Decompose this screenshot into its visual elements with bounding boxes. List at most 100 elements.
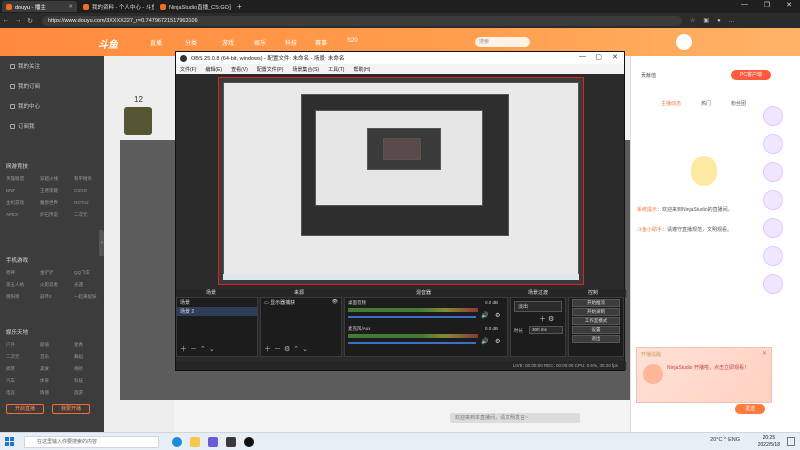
chat-input[interactable]: 欢迎来到本直播间，请文明发言~ [450, 413, 580, 423]
category-link[interactable]: 汽车 [6, 378, 15, 384]
streamer-avatar[interactable] [124, 107, 152, 135]
app-icon[interactable] [208, 437, 218, 447]
menu-view[interactable]: 查看(V) [231, 66, 248, 73]
back-icon[interactable]: ← [0, 17, 12, 24]
gear-icon[interactable]: ⚙ [495, 338, 500, 345]
category-link[interactable]: APEX [6, 212, 18, 217]
sidebar-item-follow[interactable]: 我的关注 [10, 62, 40, 70]
category-link[interactable]: 魔兽世界 [40, 200, 58, 206]
speaker-icon[interactable]: 🔊 [481, 338, 488, 345]
notification-icon[interactable] [787, 437, 795, 446]
taskbar-search-input[interactable]: 在这里输入你要搜索的内容 [24, 436, 159, 448]
category-link[interactable]: 金铲铲 [40, 270, 54, 276]
category-link[interactable]: 搞笑 [6, 366, 15, 372]
category-link[interactable]: 第五人格 [6, 282, 24, 288]
studio-mode-button[interactable]: 工作室模式 [572, 317, 620, 325]
app-icon[interactable] [226, 437, 236, 447]
category-link[interactable]: 星秀 [74, 342, 83, 348]
volume-slider[interactable] [348, 316, 476, 318]
nav-item[interactable]: 游戏 [222, 38, 234, 47]
avatar[interactable] [676, 34, 692, 50]
edge-icon[interactable] [172, 437, 182, 447]
sidebar-item-subscribers[interactable]: 订阅我 [10, 122, 35, 130]
category-link[interactable]: DOTA2 [74, 200, 89, 205]
source-toolbar[interactable]: ＋－⚙⌃⌄ [264, 344, 311, 354]
minimize-button[interactable]: — [579, 53, 586, 60]
favorites-icon[interactable]: ☆ [690, 17, 695, 24]
system-tray[interactable]: 20°C ^ ENG [710, 437, 740, 443]
more-icon[interactable]: … [729, 18, 735, 24]
category-link[interactable]: 科技 [74, 378, 83, 384]
sidebar-item-center[interactable]: 我的中心 [10, 102, 40, 110]
category-link[interactable]: 二次元 [6, 354, 20, 360]
tab-fans[interactable]: 粉丝团 [731, 100, 746, 108]
gift-bubble[interactable] [763, 106, 783, 126]
gift-bubble[interactable] [763, 162, 783, 182]
category-link[interactable]: CSGO [74, 188, 87, 193]
windows-start-icon[interactable] [5, 437, 14, 446]
category-link[interactable]: QQ飞车 [74, 270, 90, 276]
file-explorer-icon[interactable] [190, 437, 200, 447]
scene-item[interactable]: 场景 2 [177, 307, 257, 316]
site-search-input[interactable]: 搜索 [475, 37, 530, 47]
tab-hot[interactable]: 热门 [701, 100, 711, 108]
category-link[interactable]: 穿越火线 [40, 176, 58, 182]
start-recording-button[interactable]: 开始录制 [572, 308, 620, 316]
obs-preview[interactable] [218, 77, 584, 285]
pc-client-button[interactable]: PC客户端 [731, 70, 771, 80]
close-window-button[interactable]: ✕ [786, 1, 792, 9]
start-live-button[interactable]: 开启直播 [6, 404, 44, 414]
category-link[interactable]: 英雄联盟 [6, 176, 24, 182]
nav-item[interactable]: 分类 [185, 38, 197, 47]
nav-item[interactable]: S20 [347, 38, 358, 44]
gift-bubble[interactable] [763, 274, 783, 294]
category-link[interactable]: 二次元 [74, 212, 88, 218]
category-link[interactable]: 美食 [40, 366, 49, 372]
obs-icon[interactable] [244, 437, 254, 447]
popup-text[interactable]: NinjaStudio 开播啦，点击立即观看！ [667, 364, 767, 372]
category-link[interactable]: 一起来捉妖 [74, 294, 97, 300]
collections-icon[interactable]: ▣ [703, 17, 709, 24]
sidebar-item-subscribe[interactable]: 我的订阅 [10, 82, 40, 90]
category-link[interactable]: 崩坏3 [40, 294, 52, 300]
category-link[interactable]: 王者荣耀 [40, 188, 58, 194]
browser-tab[interactable]: NinjaStudio直播_CS:GO直播_ ✕ [156, 1, 231, 12]
url-field[interactable]: https://www.douyu.com/3XXXX227_r=0.74796… [42, 15, 682, 26]
category-link[interactable]: 舞蹈 [74, 354, 83, 360]
menu-help[interactable]: 帮助(H) [353, 66, 370, 73]
minimize-button[interactable]: — [741, 1, 748, 8]
message-user[interactable]: 系统提示 [637, 207, 657, 213]
maximize-button[interactable]: ▢ [595, 53, 602, 61]
browser-tab[interactable]: douyu - 播主 ✕ [2, 1, 77, 12]
source-item[interactable]: ▭ 显示器捕获 👁 [261, 298, 341, 307]
category-link[interactable]: 火影忍者 [40, 282, 58, 288]
category-link[interactable]: 旅游 [74, 390, 83, 396]
category-link[interactable]: 电竞 [6, 390, 15, 396]
menu-edit[interactable]: 编辑(E) [205, 66, 222, 73]
go-live-button[interactable]: 我要开播 [52, 404, 90, 414]
category-link[interactable]: DNF [6, 188, 15, 193]
close-icon[interactable]: ✕ [68, 4, 73, 10]
category-link[interactable]: 视听 [74, 366, 83, 372]
tab-anchor-news[interactable]: 主播动态 [661, 100, 681, 108]
exit-button[interactable]: 退出 [572, 335, 620, 343]
start-streaming-button[interactable]: 开始推流 [572, 299, 620, 307]
profile-icon[interactable]: ● [717, 18, 721, 24]
menu-tools[interactable]: 工具(T) [328, 66, 344, 73]
transition-select[interactable]: 淡出 [514, 301, 562, 312]
category-link[interactable]: 原神 [6, 270, 15, 276]
category-link[interactable]: 光遇 [74, 282, 83, 288]
category-link[interactable]: 主机游戏 [6, 200, 24, 206]
gift-bubble[interactable] [763, 190, 783, 210]
eye-icon[interactable]: 👁 [332, 299, 338, 305]
close-icon[interactable]: ✕ [762, 350, 767, 357]
nav-item[interactable]: 娱乐 [254, 38, 266, 47]
nav-item[interactable]: 科技 [285, 38, 297, 47]
menu-file[interactable]: 文件(F) [180, 66, 196, 73]
speaker-icon[interactable]: 🔊 [481, 312, 488, 319]
gift-bubble[interactable] [763, 246, 783, 266]
scene-toolbar[interactable]: ＋－⌃⌄ [180, 344, 218, 354]
douyu-logo[interactable]: 斗鱼 [98, 36, 118, 51]
browser-tab[interactable]: 我的资料 - 个人中心 - 斗鱼 ✕ [79, 1, 154, 12]
message-user[interactable]: 斗鱼小助手 [637, 227, 662, 233]
